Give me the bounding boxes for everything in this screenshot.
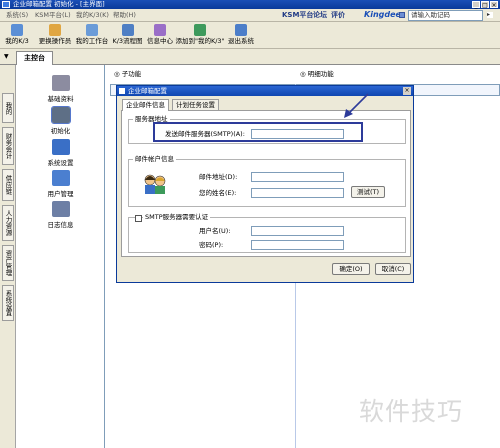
smtp-auth-label[interactable]: SMTP服务器需要认证 [143, 213, 211, 222]
username-input[interactable] [251, 226, 344, 236]
menu-system[interactable]: 系统(S) [6, 11, 28, 20]
toolbar-flowchart-button[interactable]: K/3流程图 [110, 24, 145, 45]
workbench-icon [86, 24, 98, 36]
ok-button[interactable]: 确定(O) [332, 263, 370, 275]
dialog-close-icon[interactable]: × [403, 87, 411, 95]
module-basic-data[interactable]: 基础资料 [16, 75, 105, 103]
password-input[interactable] [251, 240, 344, 250]
module-log-info[interactable]: 日志信息 [16, 201, 105, 229]
toolbar-exit-button[interactable]: 退出系统 [226, 24, 256, 45]
menu-ksm[interactable]: KSM平台(L) [35, 11, 71, 20]
search-go-icon[interactable]: ▸ [487, 12, 493, 18]
left-tab-system-settings[interactable]: 系统设置 [2, 285, 14, 321]
toolbar-my-k3-button[interactable]: 我的K/3 [3, 24, 31, 45]
email-address-label: 邮件地址(D): [199, 173, 238, 181]
app-icon [2, 1, 10, 8]
initialize-icon [50, 106, 71, 124]
email-address-input[interactable] [251, 172, 344, 182]
minimize-button[interactable]: _ [472, 1, 480, 9]
left-tab-finance[interactable]: 财务会计 [2, 127, 14, 165]
link-review[interactable]: 评价 [331, 10, 345, 21]
mail-account-people-icon [144, 174, 166, 194]
tab-schedule-settings[interactable]: 计划任务设置 [172, 99, 219, 110]
left-vertical-tabs: 我的K/3 财务会计 供应链 人力资源 资产管理 系统设置 [0, 65, 16, 448]
module-panel: 基础资料 初始化 系统设置 用户管理 日志信息 [16, 65, 105, 448]
test-button[interactable]: 测试(T) [351, 186, 385, 198]
dialog-app-icon [119, 88, 125, 94]
menu-my-k3[interactable]: 我的K/3(K) [76, 11, 109, 20]
system-settings-icon [51, 139, 70, 155]
smtp-auth-group: SMTP服务器需要认证 用户名(U): 密码(P): [128, 213, 406, 253]
left-tab-hr[interactable]: 人力资源 [2, 205, 14, 241]
tab-strip: ▼ 主控台 [0, 49, 500, 65]
close-button[interactable]: × [490, 1, 498, 9]
basic-data-icon [51, 75, 70, 91]
message-icon [154, 24, 166, 36]
add-favorite-icon [194, 24, 206, 36]
user-management-icon [51, 170, 70, 186]
tab-scroll-icon[interactable]: ▼ [4, 53, 9, 60]
module-user-management[interactable]: 用户管理 [16, 170, 105, 198]
annotation-arrow-icon [344, 93, 369, 118]
link-ksm-platform[interactable]: KSM平台 [282, 10, 313, 21]
display-name-input[interactable] [251, 188, 344, 198]
bullet-icon: ◎ [114, 70, 122, 78]
log-info-icon [51, 201, 70, 217]
title-bar: 企业邮箱配置 初始化 - [主界面] _ □ × [0, 0, 500, 9]
toolbar-workbench-button[interactable]: 我的工作台 [75, 24, 109, 45]
exit-icon [235, 24, 247, 36]
left-tab-supply-chain[interactable]: 供应链 [2, 169, 14, 201]
watermark-text: 软件技巧 [359, 397, 464, 426]
toolbar: 我的K/3 更换操作员 我的工作台 K/3流程图 信息中心 添加到"我的K/3"… [0, 22, 500, 49]
user-switch-icon [49, 24, 61, 36]
window-title: 企业邮箱配置 初始化 - [主界面] [13, 0, 105, 8]
toolbar-add-to-my-k3-button[interactable]: 添加到"我的K/3" [175, 24, 225, 45]
left-tab-my-k3[interactable]: 我的K/3 [0, 93, 14, 123]
annotation-highlight-box [153, 122, 363, 142]
bullet-icon: ◎ [300, 70, 308, 78]
dropdown-icon[interactable] [399, 12, 405, 18]
smtp-auth-checkbox[interactable] [135, 215, 142, 222]
kingdee-logo: Kingdee [364, 10, 401, 19]
username-label: 用户名(U): [199, 227, 231, 235]
flowchart-icon [121, 24, 134, 36]
tab-email-info[interactable]: 企业邮件信息 [122, 99, 169, 111]
module-system-settings[interactable]: 系统设置 [16, 139, 105, 167]
link-forum[interactable]: 论坛 [313, 10, 327, 21]
tab-main-console[interactable]: 主控台 [16, 51, 53, 65]
toolbar-switch-user-button[interactable]: 更换操作员 [37, 24, 73, 45]
detail-function-header: ◎ 明细功能 [300, 70, 334, 78]
menu-bar: 系统(S) KSM平台(L) 我的K/3(K) 帮助(H) KSM平台 论坛 评… [0, 9, 500, 22]
sub-function-header: ◎ 子功能 [114, 70, 142, 78]
left-tab-assets[interactable]: 资产管理 [2, 245, 14, 281]
password-label: 密码(P): [199, 241, 224, 249]
menu-help[interactable]: 帮助(H) [113, 11, 136, 20]
cancel-button[interactable]: 取消(C) [375, 263, 411, 275]
mnemonic-search-input[interactable]: 请输入助记码 [408, 10, 483, 21]
mail-account-group: 邮件帐户信息 邮件地址(D): 您的姓名(E): 测试(T) [128, 155, 406, 207]
module-initialize[interactable]: 初始化 [16, 106, 105, 135]
maximize-button[interactable]: □ [481, 1, 489, 9]
home-icon [11, 24, 23, 36]
toolbar-message-center-button[interactable]: 信息中心 [146, 24, 174, 45]
display-name-label: 您的姓名(E): [199, 189, 237, 197]
